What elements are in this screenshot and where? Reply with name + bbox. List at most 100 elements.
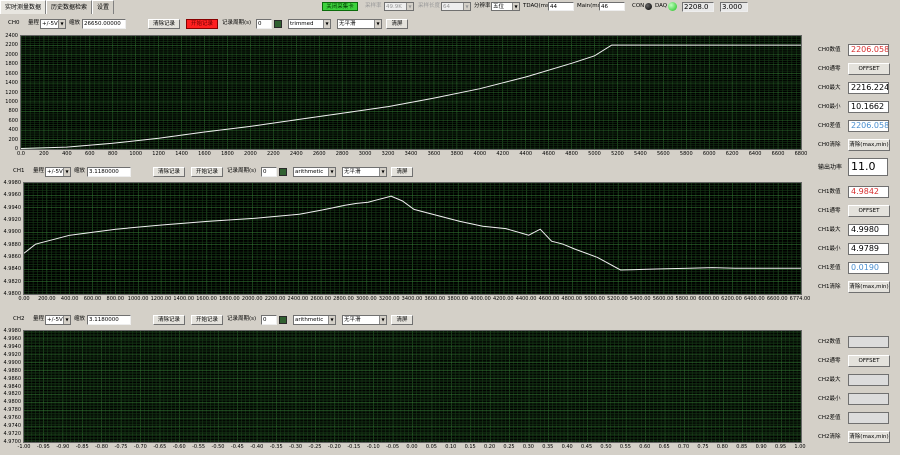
daq-label: DAQ xyxy=(655,3,668,9)
ch2-period-label: 记录周期(s) xyxy=(227,316,257,322)
ch2-smooth-select[interactable]: 无平滑 ▼ xyxy=(342,315,387,325)
ch0-clear-record-button[interactable]: 清除记录 xyxy=(148,19,180,29)
sample-length-select[interactable]: 64 ▼ xyxy=(441,2,471,11)
ch2-start-record-button[interactable]: 开始记录 xyxy=(191,315,223,325)
ch2-stat-value xyxy=(848,412,889,424)
ch2-ytick: 4.9860 xyxy=(3,375,22,382)
ch0-start-record-button[interactable]: 开始记录 xyxy=(186,19,218,29)
ch1-plot xyxy=(23,182,802,295)
ch0-ytick: 1200 xyxy=(5,89,18,96)
ch0-ytick: 2200 xyxy=(5,42,18,49)
resolution-select[interactable]: 五位 ▼ xyxy=(491,2,520,11)
ch1-start-record-button[interactable]: 开始记录 xyxy=(191,167,223,177)
ch0-stat-value: 2206.0585 xyxy=(848,120,889,132)
ch2-ytick: 4.9900 xyxy=(3,359,22,366)
ch2-ytick: 4.9880 xyxy=(3,367,22,374)
ch0-smooth-select[interactable]: 无平滑 ▼ xyxy=(337,19,382,29)
ch0-ytick: 800 xyxy=(8,108,18,115)
ch0-stat-label: CH0最大 xyxy=(818,85,841,91)
ch1-offset-button[interactable]: OFFSET xyxy=(848,205,890,217)
sample-length-label: 采样长度 xyxy=(418,3,441,9)
ch2-xtick: 1.00 xyxy=(794,444,806,450)
ch1-smooth-select[interactable]: 无平滑 ▼ xyxy=(342,167,387,177)
ch0-offset-button[interactable]: OFFSET xyxy=(848,63,890,75)
ch1-stat-label: CH1通零 xyxy=(818,208,841,214)
ch1-stat-label: CH1清除 xyxy=(818,284,841,290)
ch2-stat-label: CH2数值 xyxy=(818,339,841,345)
ch1-ytick: 4.9920 xyxy=(3,217,22,223)
ch1-stat-value: 4.9842 xyxy=(848,186,889,198)
main-input[interactable]: 46 xyxy=(599,2,625,11)
ch0-clear-screen-button[interactable]: 清屏 xyxy=(386,19,408,29)
ch0-ytick: 1000 xyxy=(5,98,18,105)
ch1-clear-record-button[interactable]: 清除记录 xyxy=(153,167,185,177)
ch0-stat-label: CH0最小 xyxy=(818,104,841,110)
ch1-scale-input[interactable]: 3.1180000 xyxy=(87,167,131,177)
ch1-clear-screen-button[interactable]: 清屏 xyxy=(391,167,413,177)
ch0-ytick: 600 xyxy=(8,117,18,124)
ch0-period-input[interactable]: 0 xyxy=(256,19,272,29)
ch0-scale-label: 缩放 xyxy=(69,20,81,26)
ch2-range-label: 量程 xyxy=(33,316,45,322)
ch2-range-select[interactable]: +/-5V ▼ xyxy=(45,315,71,325)
ch1-ytick: 4.9960 xyxy=(3,192,22,199)
ch2-record-indicator xyxy=(279,316,287,324)
ch2-stat-value xyxy=(848,336,889,348)
ch1-ytick: 4.9820 xyxy=(3,278,22,285)
tab-settings[interactable]: 设置 xyxy=(92,0,115,14)
ch1-ytick: 4.9940 xyxy=(3,204,22,211)
tab-history[interactable]: 历史数据检索 xyxy=(46,0,93,14)
ch2-ytick: 4.9760 xyxy=(3,415,22,422)
ch2-stat-label: CH2差值 xyxy=(818,415,841,421)
ch0-stat-value: 2216.2247 xyxy=(848,82,889,94)
ch2-scale-label: 缩放 xyxy=(74,316,86,322)
ch1-clear-maxmin-button[interactable]: 清除(max,min) xyxy=(848,281,890,293)
ch2-period-input[interactable]: 0 xyxy=(261,315,277,325)
ch1-period-label: 记录周期(s) xyxy=(227,168,257,174)
ch0-stat-value: 2206.0585 xyxy=(848,44,889,56)
ch0-plot-svg xyxy=(21,36,801,149)
ch1-ytick: 4.9980 xyxy=(3,180,22,186)
ch1-range-select[interactable]: +/-5V ▼ xyxy=(45,167,71,177)
ch0-scale-input[interactable]: 26650.00000 xyxy=(82,19,126,29)
ch2-stat-label: CH2最小 xyxy=(818,396,841,402)
ch2-plot-svg xyxy=(24,331,801,442)
ch2-filter-select[interactable]: arithmetic ▼ xyxy=(293,315,336,325)
ch1-stat-value: 4.9980 xyxy=(848,224,889,236)
ch1-filter-select[interactable]: arithmetic ▼ xyxy=(293,167,336,177)
resolution-label: 分辨率 xyxy=(474,3,491,9)
ch0-clear-maxmin-button[interactable]: 清除(max,min) xyxy=(848,139,890,151)
ch1-name: CH1 xyxy=(13,168,25,174)
ch2-clear-screen-button[interactable]: 清屏 xyxy=(391,315,413,325)
ch0-stat-label: CH0数值 xyxy=(818,47,841,53)
ch2-name: CH2 xyxy=(13,316,25,322)
toolbar-value-2: 3.000 xyxy=(720,2,748,12)
ch1-ytick: 4.9900 xyxy=(3,229,22,236)
ch0-record-indicator xyxy=(274,20,282,28)
ch2-clear-record-button[interactable]: 清除记录 xyxy=(153,315,185,325)
ch2-ytick: 4.9940 xyxy=(3,343,22,350)
ch1-plot-svg xyxy=(24,183,801,294)
ch2-offset-button[interactable]: OFFSET xyxy=(848,355,890,367)
stop-acquisition-button[interactable]: 关闭采集卡 xyxy=(322,2,358,11)
ch0-xtick: 6800 xyxy=(794,151,808,157)
ch0-filter-select[interactable]: trimmed ▼ xyxy=(288,19,331,29)
ch0-stat-label: CH0差值 xyxy=(818,123,841,129)
tab-realtime[interactable]: 实时测量数据 xyxy=(0,0,47,14)
sample-rate-select[interactable]: 49.9K ▼ xyxy=(384,2,414,11)
ch2-clear-maxmin-button[interactable]: 清除(max,min) xyxy=(848,431,890,443)
ch2-ytick: 4.9720 xyxy=(3,431,22,438)
ch2-ytick: 4.9840 xyxy=(3,383,22,390)
ch1-stat-label: CH1最大 xyxy=(818,227,841,233)
ch0-ytick: 1800 xyxy=(5,61,18,68)
ch1-period-input[interactable]: 0 xyxy=(261,167,277,177)
ch0-ytick: 2000 xyxy=(5,51,18,58)
tdaq-input[interactable]: 44 xyxy=(548,2,574,11)
ch2-ytick: 4.9960 xyxy=(3,335,22,342)
ch2-scale-input[interactable]: 3.1180000 xyxy=(87,315,131,325)
ch0-ytick: 1600 xyxy=(5,70,18,77)
ch0-name: CH0 xyxy=(8,20,20,26)
daq-indicator-icon xyxy=(668,2,677,11)
ch0-ytick: 1400 xyxy=(5,80,18,87)
ch0-range-select[interactable]: +/-5V ▼ xyxy=(40,19,66,29)
